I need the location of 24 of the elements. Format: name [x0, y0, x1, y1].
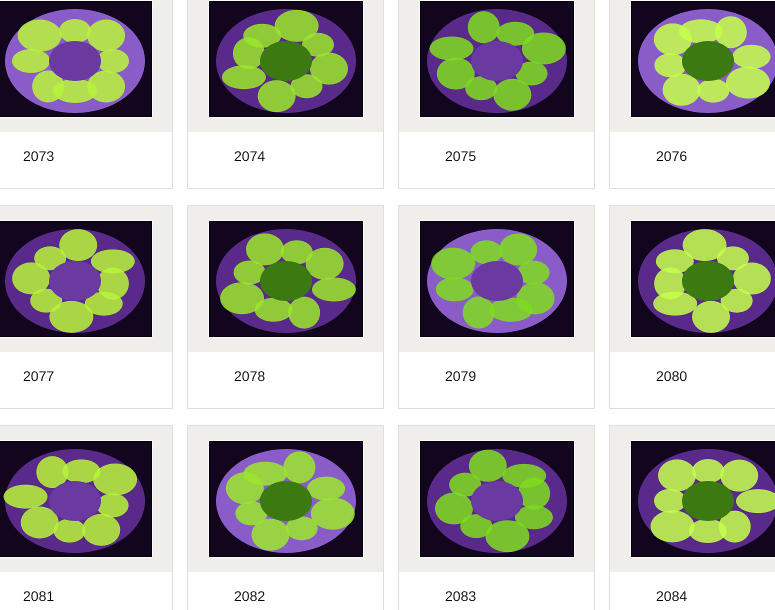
product-card[interactable]: 2078	[187, 205, 384, 409]
product-card[interactable]: 2079	[398, 205, 595, 409]
product-card[interactable]: 2073	[0, 0, 173, 189]
product-number: 2073	[23, 148, 56, 164]
product-number: 2077	[23, 368, 56, 384]
product-number: 2080	[656, 368, 688, 384]
product-card[interactable]: 2074	[187, 0, 384, 189]
product-card[interactable]: 2084	[609, 425, 775, 610]
product-card[interactable]: 2083	[398, 425, 595, 610]
product-number: 2079	[445, 368, 478, 384]
product-number: 2078	[234, 368, 266, 384]
product-number: 2083	[445, 588, 478, 604]
product-number: 2076	[656, 148, 688, 164]
product-card[interactable]: 2076	[609, 0, 775, 189]
product-number: 2084	[656, 588, 688, 604]
product-number: 2082	[234, 588, 266, 604]
product-card[interactable]: 2080	[609, 205, 775, 409]
product-number: 2081	[23, 588, 56, 604]
product-card[interactable]: 2081	[0, 425, 173, 610]
product-card[interactable]: 2075	[398, 0, 595, 189]
product-number: 2074	[234, 148, 266, 164]
product-card[interactable]: 2077	[0, 205, 173, 409]
product-number: 2075	[445, 148, 478, 164]
product-card[interactable]: 2082	[187, 425, 384, 610]
